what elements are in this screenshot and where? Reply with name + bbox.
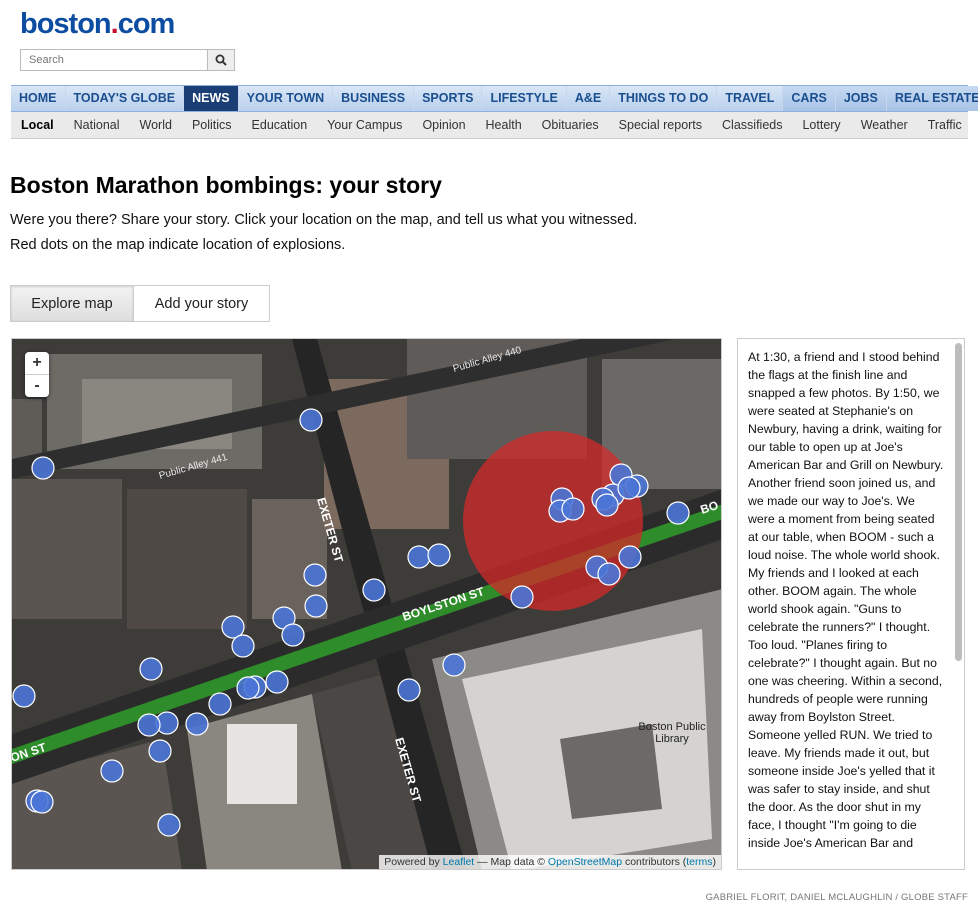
story-marker[interactable] <box>618 545 642 569</box>
attribution-close: ) <box>712 856 717 868</box>
place-label: Library <box>655 733 689 745</box>
subnav-national[interactable]: National <box>64 112 130 138</box>
explore-map-tab[interactable]: Explore map <box>10 285 134 322</box>
explosion-note: Red dots on the map indicate location of… <box>10 237 346 253</box>
attribution-mid: — Map data © <box>477 856 545 868</box>
site-logo[interactable]: boston.com <box>20 8 176 41</box>
story-marker[interactable] <box>299 408 323 432</box>
story-marker[interactable] <box>157 813 181 837</box>
story-marker[interactable] <box>31 456 55 480</box>
nav-travel[interactable]: TRAVEL <box>717 86 784 111</box>
story-marker[interactable] <box>185 712 209 736</box>
building-roof <box>227 724 297 804</box>
story-marker[interactable] <box>265 670 289 694</box>
zoom-out-button[interactable]: - <box>25 374 49 397</box>
story-marker[interactable] <box>100 759 124 783</box>
search-button[interactable] <box>207 50 234 70</box>
leaflet-link[interactable]: Leaflet <box>443 856 475 868</box>
subnav-weather[interactable]: Weather <box>851 112 918 138</box>
logo-dot: . <box>110 8 119 40</box>
library-courtyard <box>560 724 662 819</box>
story-marker[interactable] <box>148 739 172 763</box>
story-text: At 1:30, a friend and I stood behind the… <box>748 350 944 850</box>
nav-lifestyle[interactable]: LIFESTYLE <box>482 86 567 111</box>
explosion-marker[interactable] <box>463 431 643 611</box>
sub-nav: Local National World Politics Education … <box>11 112 968 139</box>
nav-news[interactable]: NEWS <box>184 86 239 111</box>
subnav-politics[interactable]: Politics <box>182 112 242 138</box>
main-nav: HOME TODAY'S GLOBE NEWS YOUR TOWN BUSINE… <box>11 85 978 112</box>
story-marker[interactable] <box>397 678 421 702</box>
subnav-local[interactable]: Local <box>11 112 64 138</box>
add-story-tab[interactable]: Add your story <box>134 285 270 322</box>
story-marker[interactable] <box>617 476 641 500</box>
page-title: Boston Marathon bombings: your story <box>10 172 442 198</box>
logo-tld: com <box>117 8 176 40</box>
building-block <box>12 479 122 619</box>
story-marker[interactable] <box>30 790 54 814</box>
intro-text: Were you there? Share your story. Click … <box>10 212 638 228</box>
map-attribution: Powered by Leaflet — Map data © OpenStre… <box>379 855 721 869</box>
search-icon <box>215 54 227 66</box>
story-marker[interactable] <box>137 713 161 737</box>
nav-jobs[interactable]: JOBS <box>835 86 887 111</box>
story-marker[interactable] <box>510 585 534 609</box>
graphic-credit: GABRIEL FLORIT, DANIEL MCLAUGHLIN / GLOB… <box>705 892 968 903</box>
subnav-traffic[interactable]: Traffic <box>918 112 972 138</box>
nav-business[interactable]: BUSINESS <box>333 86 415 111</box>
subnav-education[interactable]: Education <box>242 112 318 138</box>
nav-home[interactable]: HOME <box>11 86 66 111</box>
story-marker[interactable] <box>139 657 163 681</box>
story-panel[interactable]: At 1:30, a friend and I stood behind the… <box>737 338 965 870</box>
story-marker[interactable] <box>304 594 328 618</box>
story-marker[interactable] <box>231 634 255 658</box>
story-marker[interactable] <box>12 684 36 708</box>
story-map[interactable]: Public Alley 440 Public Alley 441 EXETER… <box>11 338 722 870</box>
story-marker[interactable] <box>407 545 431 569</box>
nav-sports[interactable]: SPORTS <box>414 86 483 111</box>
zoom-control: + - <box>25 352 49 397</box>
subnav-classifieds[interactable]: Classifieds <box>712 112 792 138</box>
subnav-opinion[interactable]: Opinion <box>412 112 475 138</box>
nav-ae[interactable]: A&E <box>567 86 611 111</box>
satellite-map[interactable]: Public Alley 440 Public Alley 441 EXETER… <box>12 339 722 870</box>
subnav-world[interactable]: World <box>130 112 182 138</box>
story-marker[interactable] <box>595 493 619 517</box>
story-marker[interactable] <box>561 497 585 521</box>
story-marker[interactable] <box>442 653 466 677</box>
zoom-in-button[interactable]: + <box>25 352 49 374</box>
attribution-contributors: contributors ( <box>624 856 687 868</box>
subnav-lottery[interactable]: Lottery <box>792 112 850 138</box>
story-marker[interactable] <box>597 562 621 586</box>
place-label: Boston Public <box>638 721 706 733</box>
attribution-powered: Powered by <box>384 856 440 868</box>
osm-link[interactable]: OpenStreetMap <box>548 856 622 868</box>
nav-todays-globe[interactable]: TODAY'S GLOBE <box>66 86 185 111</box>
story-marker[interactable] <box>208 692 232 716</box>
story-marker[interactable] <box>303 563 327 587</box>
subnav-special-reports[interactable]: Special reports <box>609 112 712 138</box>
nav-your-town[interactable]: YOUR TOWN <box>239 86 334 111</box>
logo-main: boston <box>20 8 112 40</box>
nav-cars[interactable]: CARS <box>783 86 836 111</box>
search-input[interactable] <box>21 50 207 70</box>
building-block <box>127 489 247 629</box>
search-box <box>20 49 235 71</box>
subnav-health[interactable]: Health <box>476 112 532 138</box>
nav-real-estate[interactable]: REAL ESTATE <box>886 86 978 111</box>
terms-link[interactable]: terms <box>686 856 712 868</box>
story-marker[interactable] <box>281 623 305 647</box>
story-scrollbar[interactable] <box>955 343 962 661</box>
story-marker[interactable] <box>236 676 260 700</box>
story-marker[interactable] <box>666 501 690 525</box>
story-marker[interactable] <box>427 543 451 567</box>
subnav-your-campus[interactable]: Your Campus <box>317 112 412 138</box>
story-marker[interactable] <box>362 578 386 602</box>
view-tabs: Explore map Add your story <box>10 285 270 322</box>
subnav-obituaries[interactable]: Obituaries <box>532 112 609 138</box>
nav-things-to-do[interactable]: THINGS TO DO <box>610 86 718 111</box>
